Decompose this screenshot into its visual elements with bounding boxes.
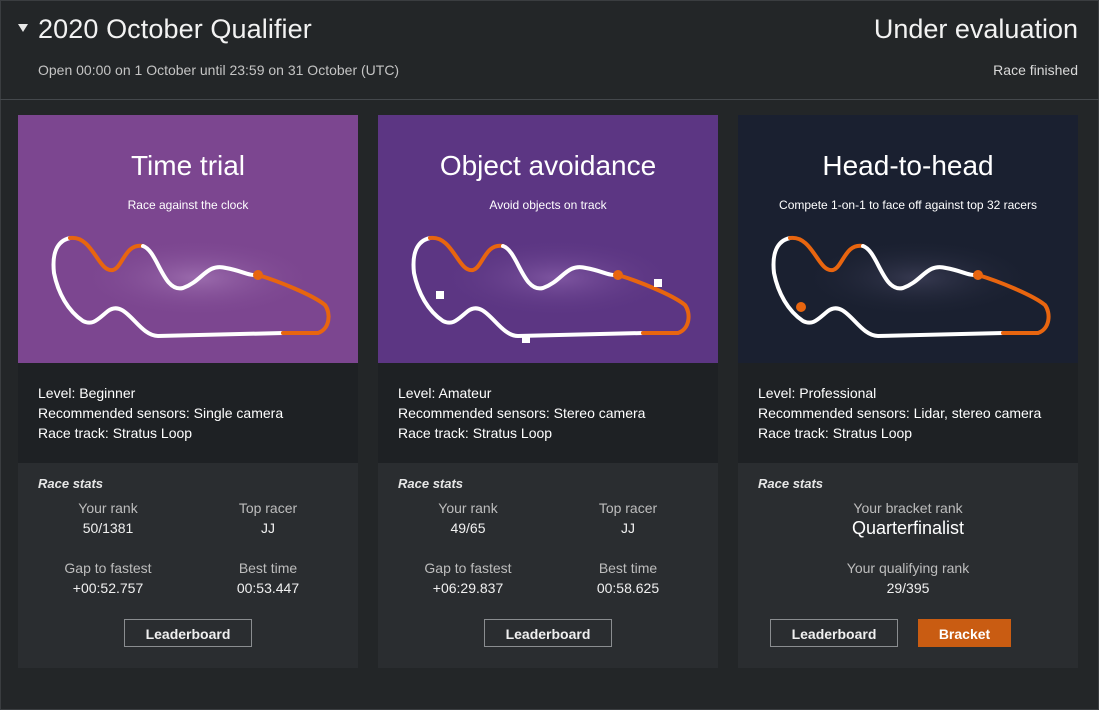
best-time-value: 00:53.447 xyxy=(236,580,300,596)
race-track-text: Race track: Stratus Loop xyxy=(758,425,913,441)
caret-down-icon[interactable] xyxy=(18,24,28,32)
race-track-text: Race track: Stratus Loop xyxy=(38,425,193,441)
qualifying-rank-value: 29/395 xyxy=(886,580,930,596)
object-avoidance-card: Object avoidance Avoid objects on track … xyxy=(378,115,718,668)
race-window: Open 00:00 on 1 October until 23:59 on 3… xyxy=(38,62,400,78)
card-title: Time trial xyxy=(130,150,246,181)
card-title: Object avoidance xyxy=(439,150,657,181)
gap-value: +00:52.757 xyxy=(72,580,144,596)
gap-value: +06:29.837 xyxy=(432,580,504,596)
qualifier-header: 2020 October Qualifier Open 00:00 on 1 O… xyxy=(0,0,1099,100)
gap-label: Gap to fastest xyxy=(424,560,512,576)
best-time-label: Best time xyxy=(238,560,298,576)
leaderboard-button[interactable]: Leaderboard xyxy=(484,619,612,647)
level-text: Level: Amateur xyxy=(398,385,492,401)
head-to-head-hero: Head-to-head Compete 1-on-1 to face off … xyxy=(738,115,1078,363)
card-subtitle: Race against the clock xyxy=(127,198,249,212)
bracket-rank-label: Your bracket rank xyxy=(853,500,963,516)
level-text: Level: Professional xyxy=(758,385,877,401)
rank-label: Your rank xyxy=(78,500,138,516)
level-text: Level: Beginner xyxy=(38,385,136,401)
stats-heading: Race stats xyxy=(758,476,824,491)
evaluation-status: Under evaluation xyxy=(873,14,1078,44)
race-track-icon xyxy=(51,235,331,339)
best-time-label: Best time xyxy=(598,560,658,576)
race-status: Race finished xyxy=(993,62,1078,78)
track-info: Level: Professional Recommended sensors:… xyxy=(738,363,1078,463)
race-stats: Race stats Your rank 50/1381 Top racer J… xyxy=(18,463,358,668)
bracket-rank-value: Quarterfinalist xyxy=(851,518,965,538)
rank-value: 49/65 xyxy=(450,520,486,536)
track-info: Level: Beginner Recommended sensors: Sin… xyxy=(18,363,358,463)
leaderboard-button[interactable]: Leaderboard xyxy=(770,619,898,647)
card-subtitle: Compete 1-on-1 to face off against top 3… xyxy=(779,198,1037,212)
sensors-text: Recommended sensors: Stereo camera xyxy=(398,405,646,421)
top-racer-label: Top racer xyxy=(238,500,298,516)
stats-heading: Race stats xyxy=(38,476,104,491)
page-title[interactable]: 2020 October Qualifier xyxy=(38,14,312,45)
race-stats: Race stats Your bracket rank Quarterfina… xyxy=(738,463,1078,668)
qualifying-rank-label: Your qualifying rank xyxy=(846,560,970,576)
sensors-text: Recommended sensors: Single camera xyxy=(38,405,284,421)
race-track-text: Race track: Stratus Loop xyxy=(398,425,553,441)
gap-label: Gap to fastest xyxy=(64,560,152,576)
leaderboard-button[interactable]: Leaderboard xyxy=(124,619,252,647)
card-title: Head-to-head xyxy=(822,150,994,181)
top-racer-label: Top racer xyxy=(598,500,658,516)
time-trial-hero: Time trial Race against the clock xyxy=(18,115,358,363)
rank-label: Your rank xyxy=(438,500,498,516)
top-racer-value: JJ xyxy=(621,520,635,536)
sensors-text: Recommended sensors: Lidar, stereo camer… xyxy=(758,405,1042,421)
object-avoidance-hero: Object avoidance Avoid objects on track xyxy=(378,115,718,363)
track-info: Level: Amateur Recommended sensors: Ster… xyxy=(378,363,718,463)
time-trial-card: Time trial Race against the clock Level:… xyxy=(18,115,358,668)
card-subtitle: Avoid objects on track xyxy=(489,198,607,212)
head-to-head-card: Head-to-head Compete 1-on-1 to face off … xyxy=(738,115,1078,668)
race-track-icon xyxy=(771,235,1051,339)
race-track-icon xyxy=(411,235,691,343)
race-stats: Race stats Your rank 49/65 Top racer JJ … xyxy=(378,463,718,668)
top-racer-value: JJ xyxy=(261,520,275,536)
bracket-button[interactable]: Bracket xyxy=(918,619,1011,647)
best-time-value: 00:58.625 xyxy=(596,580,660,596)
stats-heading: Race stats xyxy=(398,476,464,491)
rank-value: 50/1381 xyxy=(82,520,134,536)
